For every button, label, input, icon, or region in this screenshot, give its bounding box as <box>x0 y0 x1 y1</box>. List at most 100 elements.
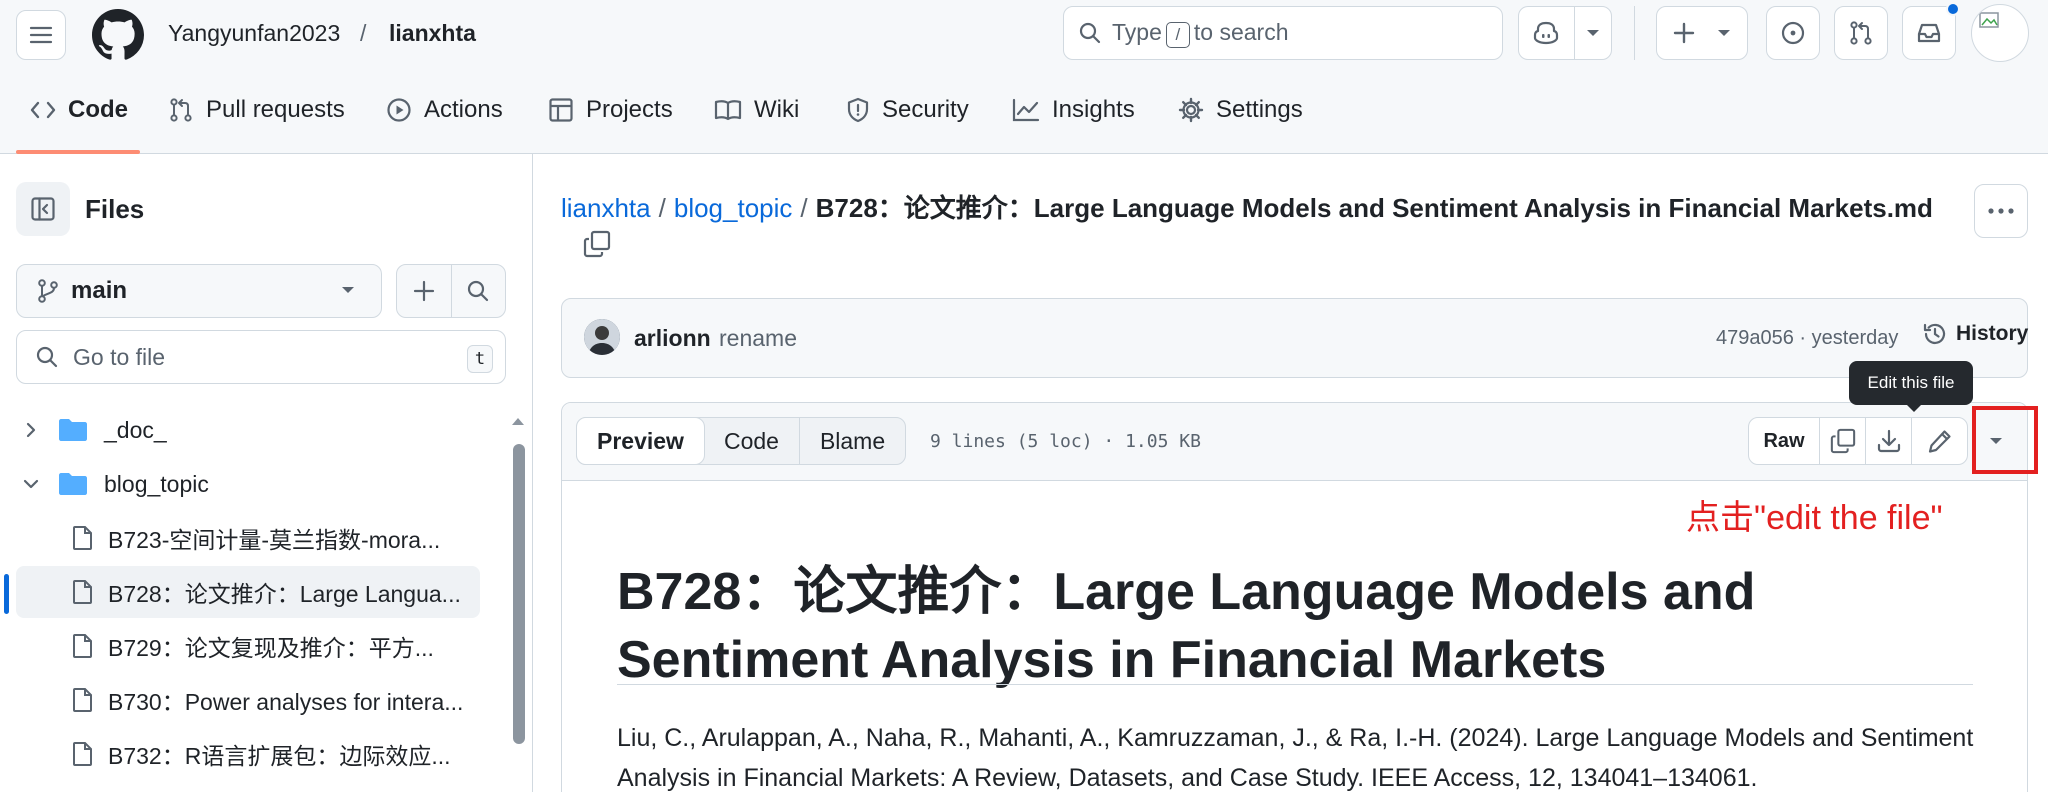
sidebar-scrollbar-thumb[interactable] <box>513 444 525 744</box>
tab-actions[interactable]: Actions <box>386 96 503 124</box>
tree-item-label: blog_topic <box>104 470 209 497</box>
go-to-file-input[interactable]: Go to file t <box>16 330 506 384</box>
github-logo[interactable] <box>92 9 144 61</box>
commit-author-avatar[interactable] <box>584 319 620 355</box>
issues-button[interactable] <box>1766 6 1820 60</box>
search-icon <box>468 280 489 302</box>
owner-link[interactable]: Yangyunfan2023 <box>168 20 340 47</box>
pull-requests-button[interactable] <box>1834 6 1888 60</box>
tab-settings[interactable]: Settings <box>1178 96 1303 124</box>
file-actions: Raw <box>1748 417 1968 465</box>
collapse-sidebar-button[interactable] <box>16 182 70 236</box>
create-new-button[interactable] <box>1656 6 1748 60</box>
tab-blame[interactable]: Blame <box>798 418 905 464</box>
folder-open-icon <box>59 473 87 495</box>
tab-label: Insights <box>1052 96 1135 123</box>
tab-preview[interactable]: Preview <box>576 417 705 465</box>
tree-item-folder[interactable]: blog_topic <box>16 458 480 510</box>
copilot-menu-button[interactable] <box>1573 7 1611 59</box>
add-file-button[interactable] <box>397 265 451 317</box>
commit-hash-time[interactable]: 479a056 · yesterday <box>1716 327 1898 350</box>
search-suffix: to search <box>1193 18 1289 45</box>
plus-icon <box>413 280 434 302</box>
pencil-icon <box>1928 430 1951 453</box>
tree-item-label: B732：R语言扩展包：边际效应... <box>108 743 451 769</box>
tab-code[interactable]: Code <box>30 96 128 124</box>
tree-item-file[interactable]: B729：论文复现及推介：平方... <box>16 620 480 672</box>
broken-image-icon <box>1979 12 1999 28</box>
go-to-file-shortcut: t <box>467 345 493 373</box>
copilot-icon <box>1534 21 1559 45</box>
scroll-up-arrow-icon <box>512 418 524 425</box>
book-icon <box>714 100 742 121</box>
tree-item-file[interactable]: B723-空间计量-莫兰指数-mora... <box>16 512 480 564</box>
raw-button[interactable]: Raw <box>1749 418 1819 464</box>
search-input[interactable]: Type / to search <box>1063 6 1503 60</box>
file-actions-group <box>396 264 506 318</box>
tab-insights[interactable]: Insights <box>1012 96 1135 124</box>
tab-code-view[interactable]: Code <box>704 418 799 464</box>
go-to-file-placeholder: Go to file <box>73 343 166 370</box>
folder-icon <box>59 419 87 441</box>
breadcrumb-separator: / <box>800 193 808 223</box>
tree-item-label: _doc_ <box>104 416 167 443</box>
download-button[interactable] <box>1865 418 1911 464</box>
tab-label: Projects <box>586 96 673 123</box>
commit-author[interactable]: arlionn <box>634 325 711 352</box>
tooltip-arrow <box>1906 404 1922 412</box>
edit-file-button[interactable] <box>1911 418 1967 464</box>
search-prefix: Type <box>1112 18 1162 45</box>
tab-security[interactable]: Security <box>846 96 969 124</box>
tree-item-file[interactable]: B732：R语言扩展包：边际效应... <box>16 728 480 780</box>
tab-label: Actions <box>424 96 503 123</box>
tab-projects[interactable]: Projects <box>548 96 673 124</box>
pull-request-icon <box>1850 21 1872 45</box>
heading-rule <box>617 684 1973 685</box>
tree-item-label: B730：Power analyses for intera... <box>108 689 464 715</box>
search-code-button[interactable] <box>450 265 506 317</box>
sidebar-title: Files <box>85 194 145 224</box>
commit-message[interactable]: rename <box>719 325 797 352</box>
file-icon <box>73 742 92 766</box>
kebab-horizontal-icon <box>1988 208 2014 214</box>
graph-icon <box>1012 98 1040 122</box>
file-view: lianxhta / blog_topic / B728：论文推介：Large Lang… <box>534 154 2048 792</box>
breadcrumb-folder-link[interactable]: blog_topic <box>674 193 793 223</box>
selected-indicator <box>4 574 9 614</box>
issue-opened-icon <box>1781 21 1805 45</box>
more-options-button[interactable] <box>1974 184 2028 238</box>
breadcrumb-repo-link[interactable]: lianxhta <box>561 193 651 223</box>
tree-item-file-selected[interactable]: B728：论文推介：Large Langua... <box>16 566 480 618</box>
branch-selector[interactable]: main <box>16 264 382 318</box>
triangle-down-icon <box>1718 30 1730 36</box>
sidebar-collapse-icon <box>31 197 55 221</box>
copy-path-button[interactable] <box>583 230 611 258</box>
copy-raw-button[interactable] <box>1819 418 1865 464</box>
pull-request-icon <box>170 98 192 122</box>
download-icon <box>1877 429 1900 453</box>
copy-icon <box>583 230 611 258</box>
triangle-down-icon <box>342 287 354 293</box>
avatar-image <box>584 319 620 355</box>
file-info: 9 lines (5 loc) · 1.05 KB <box>930 431 1201 452</box>
copilot-button-group[interactable] <box>1518 6 1612 60</box>
tab-label: Settings <box>1216 96 1303 123</box>
tab-wiki[interactable]: Wiki <box>714 96 799 124</box>
copy-icon <box>1830 428 1855 454</box>
menu-button[interactable] <box>16 10 66 60</box>
user-avatar[interactable] <box>1971 4 2029 62</box>
tab-label: Pull requests <box>206 96 345 123</box>
copilot-button[interactable] <box>1519 20 1574 46</box>
repo-link[interactable]: lianxhta <box>389 20 476 47</box>
tab-label: Wiki <box>754 96 800 123</box>
tree-item-file[interactable]: B730：Power analyses for intera... <box>16 674 480 726</box>
file-icon <box>73 688 92 712</box>
history-label: History <box>1956 322 2029 345</box>
shield-icon <box>847 97 869 123</box>
play-icon <box>387 98 411 122</box>
history-button[interactable]: History <box>1922 321 2028 347</box>
breadcrumb-separator: / <box>360 20 367 46</box>
tree-item-folder[interactable]: _doc_ <box>16 404 480 456</box>
plus-icon <box>1673 22 1695 44</box>
tab-pull-requests[interactable]: Pull requests <box>168 96 345 124</box>
